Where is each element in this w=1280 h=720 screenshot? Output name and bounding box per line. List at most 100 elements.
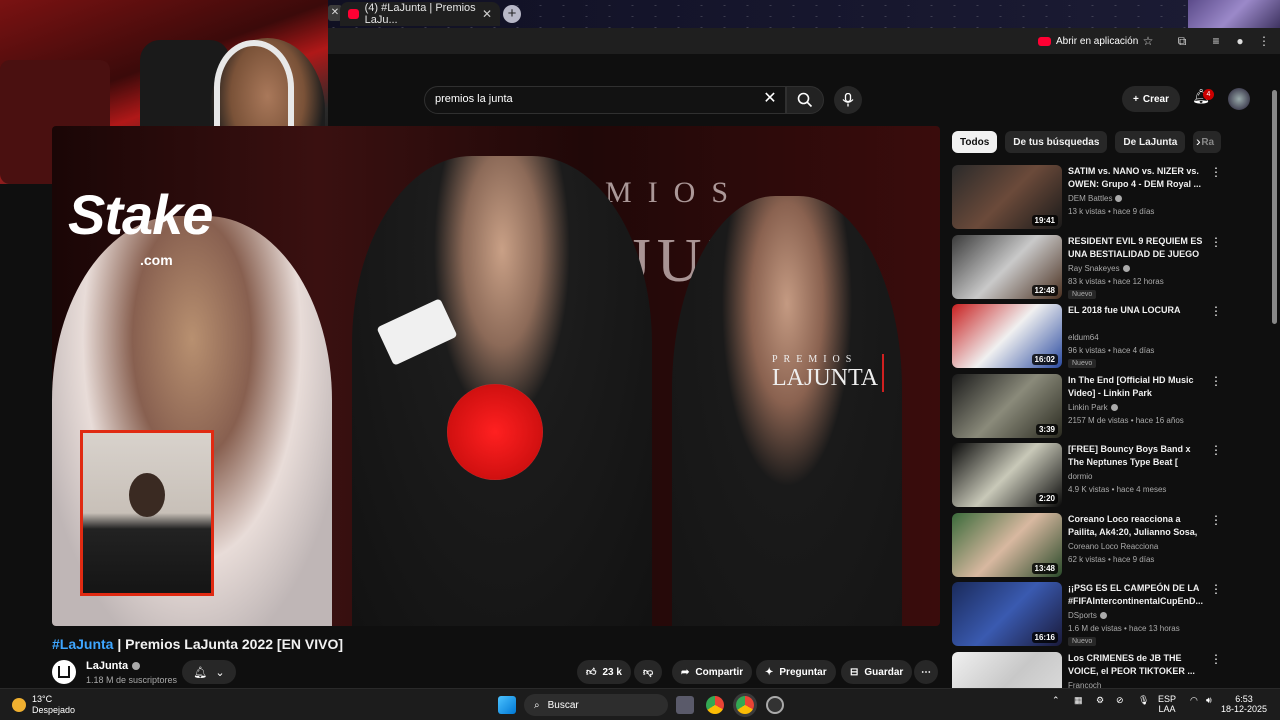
recommendation-item[interactable]: 19:41 SATIM vs. NANO vs. NIZER vs. OWEN: … bbox=[952, 165, 1270, 231]
new-tab-button[interactable]: + bbox=[503, 5, 521, 23]
recommendation-title[interactable]: EL 2018 fue UNA LOCURA bbox=[1068, 304, 1206, 317]
recommendation-channel[interactable]: Coreano Loco Reacciona bbox=[1068, 542, 1158, 551]
recommendation-title[interactable]: RESIDENT EVIL 9 REQUIEM ES UNA BESTIALID… bbox=[1068, 235, 1206, 261]
video-hashtag[interactable]: #LaJunta bbox=[52, 636, 113, 652]
browser-menu-icon[interactable]: ⋮ bbox=[1256, 33, 1272, 49]
recommendation-title[interactable]: [FREE] Bouncy Boys Band x The Neptunes T… bbox=[1068, 443, 1206, 469]
recommendation-item[interactable]: 16:16 ¡¡PSG ES EL CAMPEÓN DE LA #FIFAInte… bbox=[952, 582, 1270, 648]
recommendation-channel[interactable]: Linkin Park bbox=[1068, 403, 1118, 412]
more-options-icon[interactable]: ⋮ bbox=[1210, 582, 1222, 596]
tray-app-icon[interactable]: ▦ bbox=[1074, 695, 1083, 705]
video-player[interactable]: PREMIOS LAJUNTA PREMIOS LAJUNTA Stake .c… bbox=[52, 126, 940, 626]
open-in-app-button[interactable]: Abrir en aplicación bbox=[1038, 32, 1138, 50]
recommendation-channel-name: eldum64 bbox=[1068, 333, 1099, 342]
video-duration: 19:41 bbox=[1031, 215, 1058, 226]
recommendation-item[interactable]: 12:48 RESIDENT EVIL 9 REQUIEM ES UNA BEST… bbox=[952, 234, 1270, 301]
like-button[interactable]: 👍︎ 23 k bbox=[577, 660, 631, 684]
recommendation-thumbnail[interactable]: 2:20 bbox=[952, 443, 1062, 507]
tray-app-icon-2[interactable]: ⚙ bbox=[1096, 695, 1104, 705]
microphone-tray-icon[interactable]: 🎙︎ bbox=[1138, 695, 1149, 705]
recommendation-channel-name: dormio bbox=[1068, 472, 1093, 481]
chip-from-channel[interactable]: De LaJunta bbox=[1115, 131, 1186, 153]
recommendation-channel[interactable]: eldum64 bbox=[1068, 333, 1099, 342]
verified-icon bbox=[1110, 403, 1118, 411]
clock-time: 6:53 bbox=[1235, 694, 1253, 704]
chevron-right-icon[interactable]: › bbox=[1196, 133, 1201, 149]
obs-icon[interactable] bbox=[766, 696, 784, 714]
recommendation-thumbnail[interactable]: 3:39 bbox=[952, 373, 1062, 438]
search-input[interactable]: premios la junta bbox=[424, 86, 786, 114]
bookmark-star-icon[interactable]: ☆ bbox=[1140, 33, 1156, 49]
taskbar-search[interactable]: ⌕ Buscar bbox=[524, 694, 668, 716]
recommendation-title[interactable]: Coreano Loco reacciona a Pailita, Ak4:20… bbox=[1068, 513, 1206, 539]
recommendation-title[interactable]: SATIM vs. NANO vs. NIZER vs. OWEN: Grupo… bbox=[1068, 165, 1206, 191]
more-options-icon[interactable]: ⋮ bbox=[1210, 235, 1222, 249]
windows-start-icon[interactable] bbox=[498, 696, 516, 714]
recommendation-channel[interactable]: dormio bbox=[1068, 472, 1092, 481]
windows-taskbar: 13°C Despejado ⌕ Buscar ⌃ ▦ ⚙ ⊘ 🎙︎ ESP L… bbox=[0, 688, 1280, 720]
volume-icon[interactable]: 🔊︎ bbox=[1206, 695, 1212, 705]
more-options-icon[interactable]: ⋮ bbox=[1210, 374, 1222, 388]
profile-icon[interactable]: ● bbox=[1232, 33, 1248, 49]
more-icon: ⋯ bbox=[921, 666, 931, 678]
page-scrollbar[interactable] bbox=[1272, 90, 1277, 324]
recommendation-title[interactable]: ¡¡PSG ES EL CAMPEÓN DE LA #FIFAIntercont… bbox=[1068, 582, 1206, 608]
share-button[interactable]: ➦ Compartir bbox=[672, 660, 753, 684]
recommendation-title[interactable]: Los CRIMENES de JB THE VOICE, el PEOR TI… bbox=[1068, 652, 1206, 678]
wifi-icon[interactable]: ◠ bbox=[1190, 695, 1198, 705]
search-icon: ⌕ bbox=[534, 699, 540, 711]
language-indicator[interactable]: ESP LAA bbox=[1158, 694, 1176, 714]
more-options-icon[interactable]: ⋮ bbox=[1210, 443, 1222, 457]
browser-tab-active[interactable]: (4) #LaJunta | Premios LaJu... ✕ bbox=[340, 2, 500, 26]
save-button[interactable]: ⊟ Guardar bbox=[841, 660, 913, 684]
clear-search-icon[interactable]: ✕ bbox=[760, 88, 780, 110]
chevron-down-icon: ⌄ bbox=[215, 666, 225, 679]
like-count: 23 k bbox=[602, 666, 622, 678]
chrome-active-icon[interactable] bbox=[736, 696, 754, 714]
channel-avatar[interactable] bbox=[52, 660, 76, 684]
recommendation-channel[interactable]: DEM Battles bbox=[1068, 194, 1123, 203]
more-actions-button[interactable]: ⋯ bbox=[914, 660, 938, 684]
tab-title: (4) #LaJunta | Premios LaJu... bbox=[364, 2, 476, 26]
media-controls-icon[interactable]: ≡ bbox=[1208, 33, 1224, 49]
channel-name[interactable]: LaJunta bbox=[86, 660, 141, 672]
recommendation-channel[interactable]: DSports bbox=[1068, 611, 1107, 620]
chip-from-searches[interactable]: De tus búsquedas bbox=[1005, 131, 1108, 153]
recommendation-item[interactable]: 3:39 In The End [Official HD Music Video]… bbox=[952, 373, 1270, 440]
video-title-text: | Premios LaJunta 2022 [EN VIVO] bbox=[113, 636, 344, 652]
recommendation-thumbnail[interactable]: 13:48 bbox=[952, 512, 1062, 577]
task-view-icon[interactable] bbox=[676, 696, 694, 714]
more-options-icon[interactable]: ⋮ bbox=[1210, 304, 1222, 318]
verified-icon bbox=[1122, 264, 1130, 272]
share-icon: ➦ bbox=[681, 666, 690, 678]
clock[interactable]: 6:53 18-12-2025 bbox=[1214, 694, 1274, 714]
dislike-button[interactable]: 👎︎ bbox=[634, 660, 663, 684]
recommendation-item[interactable]: 2:20 [FREE] Bouncy Boys Band x The Neptun… bbox=[952, 443, 1270, 509]
voice-search-button[interactable] bbox=[834, 86, 862, 114]
recommendation-thumbnail[interactable]: 16:02 bbox=[952, 304, 1062, 368]
tray-chevron-up-icon[interactable]: ⌃ bbox=[1052, 695, 1060, 705]
recommendation-thumbnail[interactable]: 19:41 bbox=[952, 165, 1062, 229]
more-options-icon[interactable]: ⋮ bbox=[1210, 513, 1222, 527]
network-icon[interactable]: ⊘ bbox=[1116, 695, 1124, 705]
search-button[interactable] bbox=[786, 86, 824, 114]
more-options-icon[interactable]: ⋮ bbox=[1210, 165, 1222, 179]
weather-widget[interactable]: 13°C Despejado bbox=[12, 694, 75, 716]
notification-badge: 4 bbox=[1203, 89, 1214, 100]
chrome-icon[interactable] bbox=[706, 696, 724, 714]
tab-close-icon[interactable]: ✕ bbox=[482, 7, 492, 21]
recommendation-channel[interactable]: Ray Snakeyes bbox=[1068, 264, 1130, 273]
recommendation-item[interactable]: 13:48 Coreano Loco reacciona a Pailita, A… bbox=[952, 512, 1270, 579]
chip-all[interactable]: Todos bbox=[952, 131, 998, 153]
subscription-bell-button[interactable]: 🔔︎ ⌄ bbox=[182, 660, 236, 684]
create-button[interactable]: + Crear bbox=[1122, 86, 1180, 112]
account-avatar[interactable] bbox=[1228, 88, 1250, 110]
extensions-icon[interactable]: ⧉ bbox=[1174, 33, 1190, 49]
recommendation-item[interactable]: 16:02 EL 2018 fue UNA LOCURA eldum64 96 k v… bbox=[952, 304, 1270, 370]
recommendation-thumbnail[interactable]: 12:48 bbox=[952, 234, 1062, 299]
recommendation-thumbnail[interactable]: 16:16 bbox=[952, 582, 1062, 646]
ask-button[interactable]: ✦ Preguntar bbox=[756, 660, 836, 684]
recommendation-title[interactable]: In The End [Official HD Music Video] - L… bbox=[1068, 374, 1206, 400]
more-options-icon[interactable]: ⋮ bbox=[1210, 652, 1222, 666]
new-badge: Nuevo bbox=[1068, 289, 1097, 299]
